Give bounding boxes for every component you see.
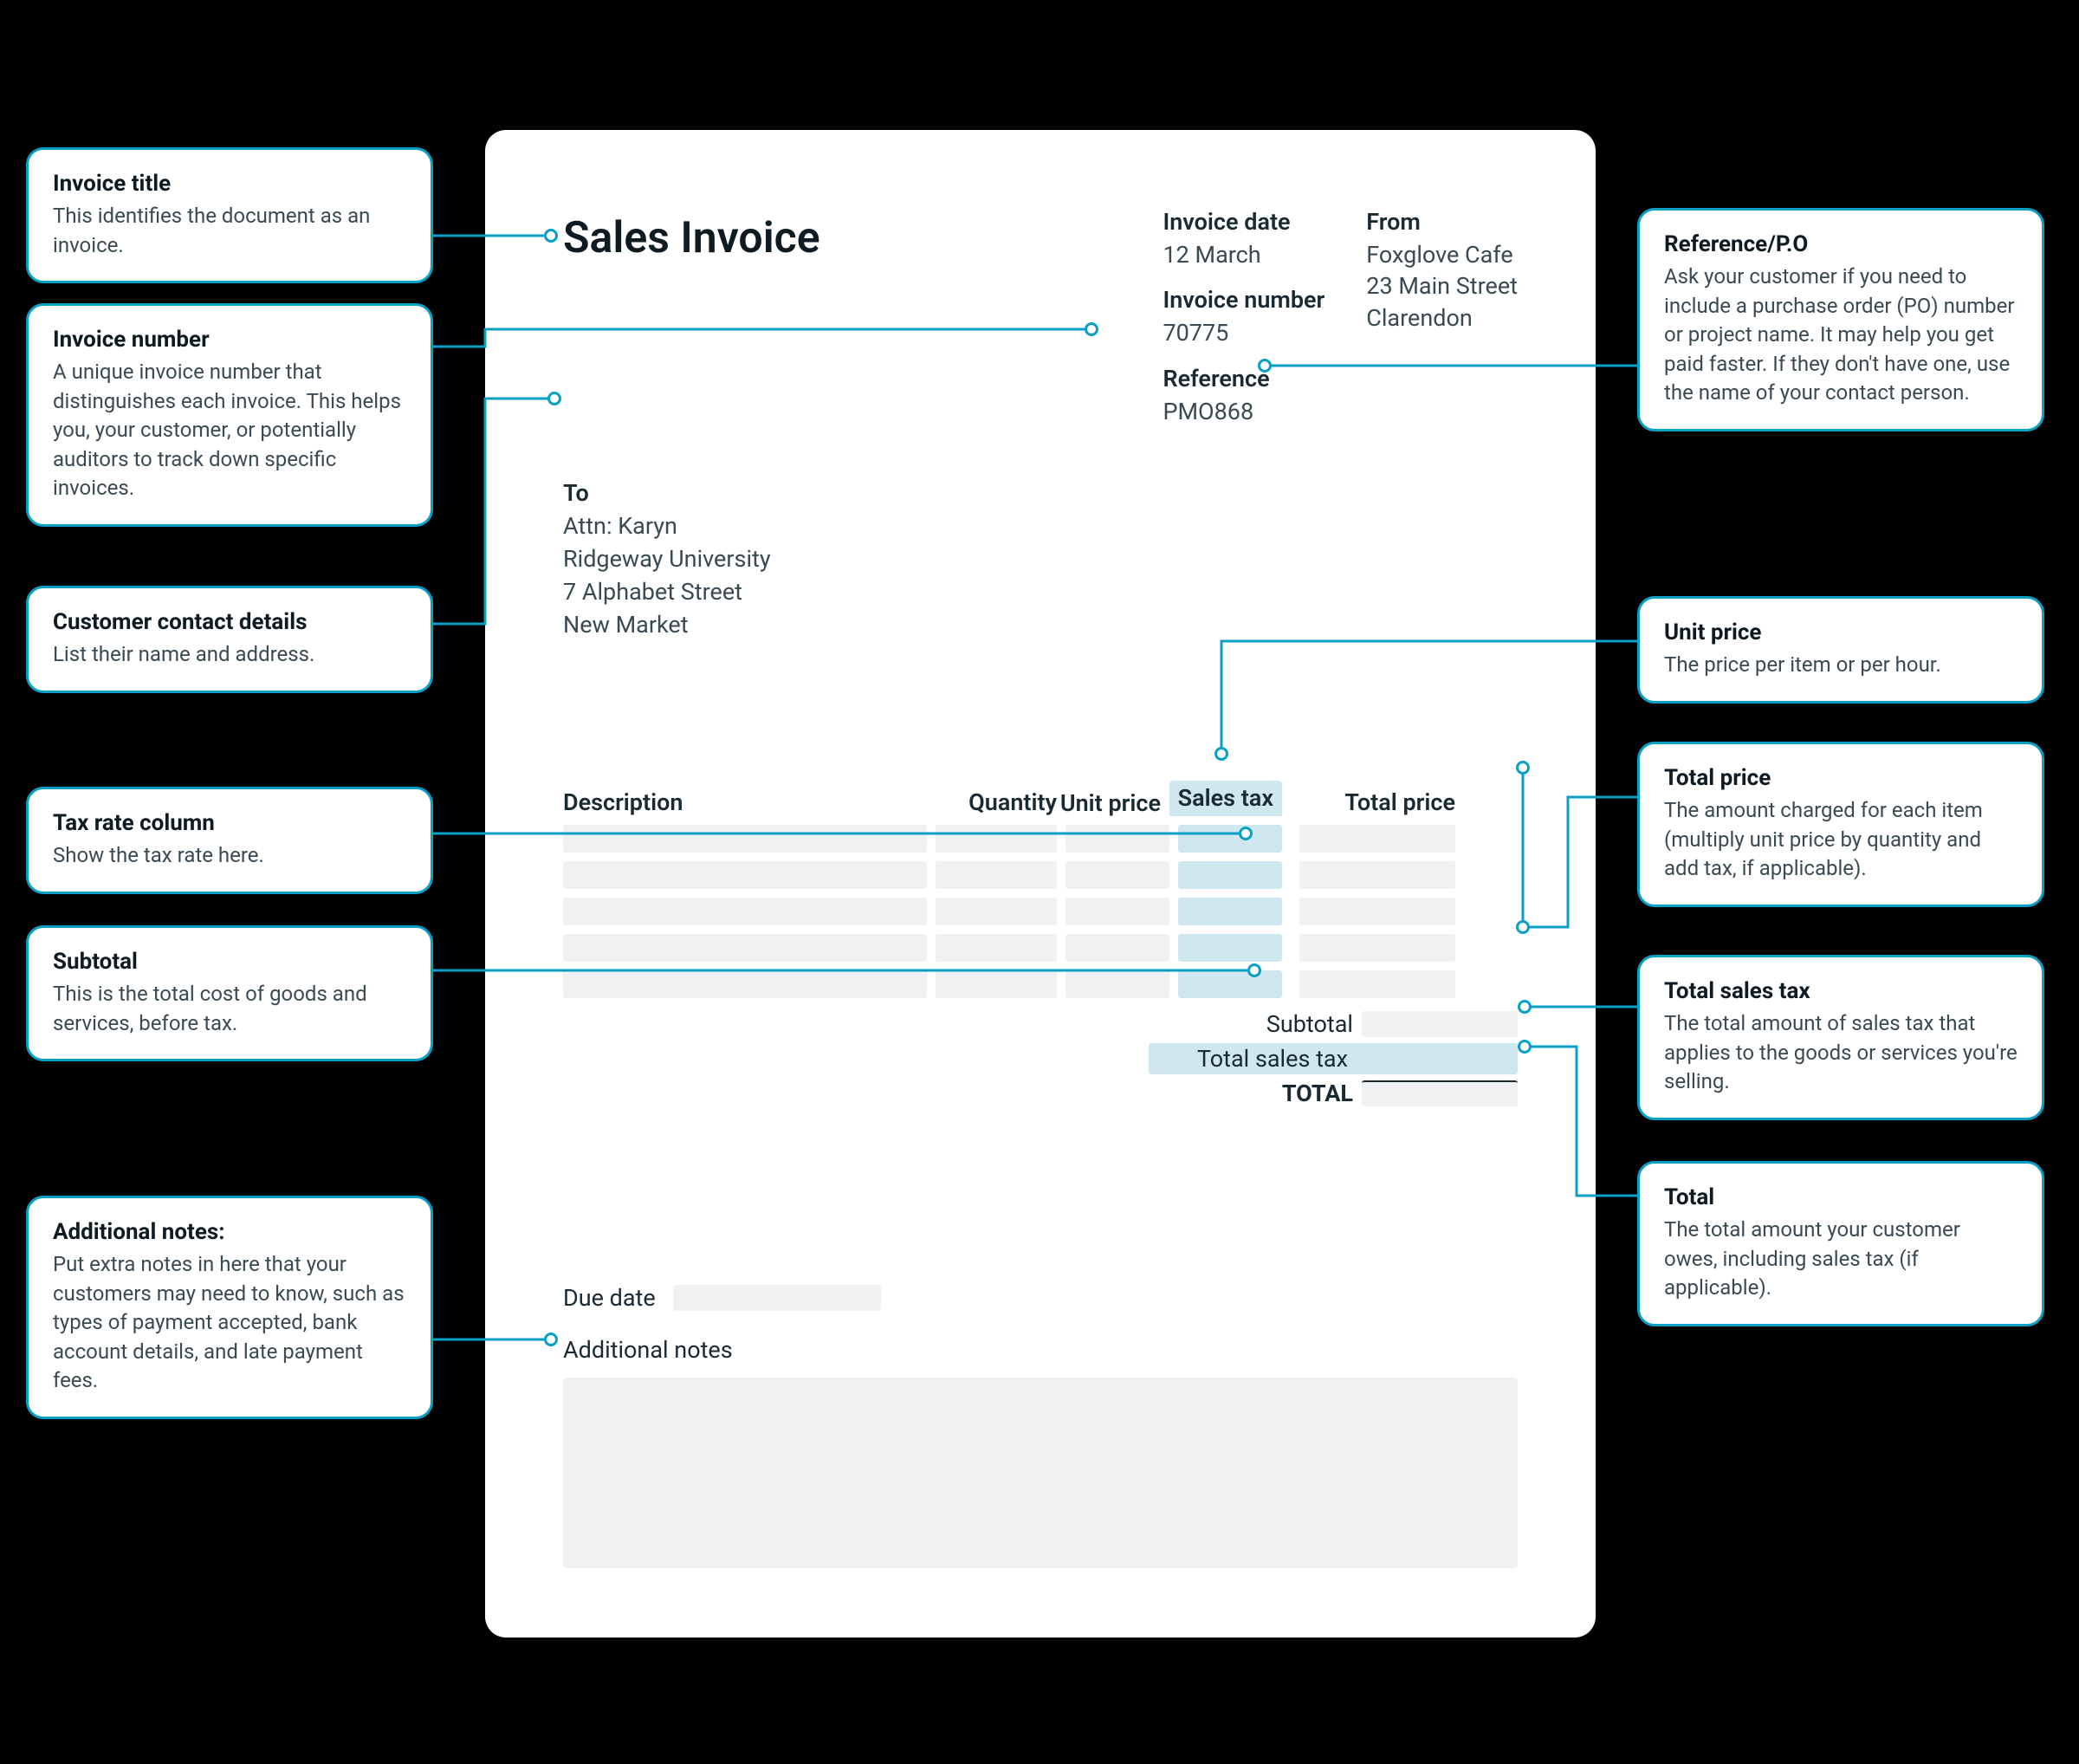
callout-subtotal: Subtotal This is the total cost of goods… xyxy=(26,925,433,1061)
invoice-document: Sales Invoice Invoice date 12 March Invo… xyxy=(485,130,1596,1638)
table-body xyxy=(563,825,1518,998)
callout-body: List their name and address. xyxy=(53,640,406,670)
dot-total-price-top xyxy=(1516,761,1530,775)
dot-tax-column xyxy=(1239,827,1253,840)
callout-invoice-title: Invoice title This identifies the docume… xyxy=(26,147,433,283)
col-total-price: Total price xyxy=(1282,788,1455,816)
invoice-date-label: Invoice date xyxy=(1163,208,1324,236)
subtotal-label: Subtotal xyxy=(1154,1010,1362,1038)
callout-title: Total price xyxy=(1664,765,2017,791)
table-row xyxy=(563,861,1518,889)
total-label: TOTAL xyxy=(1154,1080,1362,1107)
dot-total-price-bottom xyxy=(1516,920,1530,934)
total-sales-tax-label: Total sales tax xyxy=(1149,1045,1357,1073)
callout-title: Unit price xyxy=(1664,619,2017,645)
from-label: From xyxy=(1366,208,1518,236)
callout-customer-contact: Customer contact details List their name… xyxy=(26,586,433,693)
callout-body: The total amount your customer owes, inc… xyxy=(1664,1216,2017,1303)
subtotal-value xyxy=(1362,1011,1518,1037)
callout-body: Put extra notes in here that your custom… xyxy=(53,1250,406,1396)
callout-title: Tax rate column xyxy=(53,810,406,836)
notes-label: Additional notes xyxy=(563,1336,1518,1364)
to-label: To xyxy=(563,479,1518,507)
dot-subtotal xyxy=(1247,963,1261,977)
table-row xyxy=(563,898,1518,925)
callout-title: Additional notes: xyxy=(53,1219,406,1245)
invoice-number-value: 70775 xyxy=(1163,317,1324,348)
line-items-table: Description Quantity Unit price Sales ta… xyxy=(563,781,1518,1112)
callout-title: Invoice title xyxy=(53,171,406,197)
callout-title: Subtotal xyxy=(53,949,406,975)
to-value: Attn: Karyn Ridgeway University 7 Alphab… xyxy=(563,510,1518,641)
dot-additional-notes xyxy=(544,1333,558,1346)
callout-invoice-number: Invoice number A unique invoice number t… xyxy=(26,303,433,527)
callout-body: The price per item or per hour. xyxy=(1664,651,2017,680)
dot-to xyxy=(547,392,561,405)
col-quantity: Quantity xyxy=(927,788,1057,816)
footer-area: Due date Additional notes xyxy=(563,1284,1518,1568)
dot-total xyxy=(1518,1040,1532,1054)
table-row xyxy=(563,970,1518,998)
dot-unit-price-top xyxy=(1214,747,1228,761)
col-unit-price: Unit price xyxy=(1057,791,1169,817)
dot-invoice-number xyxy=(1085,322,1098,336)
callout-title: Customer contact details xyxy=(53,609,406,635)
table-row xyxy=(563,825,1518,853)
callout-body: Show the tax rate here. xyxy=(53,841,406,871)
invoice-number-label: Invoice number xyxy=(1163,286,1324,314)
to-block: To Attn: Karyn Ridgeway University 7 Alp… xyxy=(563,479,1518,641)
dot-reference xyxy=(1258,359,1272,373)
col-sales-tax: Sales tax xyxy=(1169,781,1282,817)
invoice-title: Sales Invoice xyxy=(563,213,820,427)
total-sales-tax-value xyxy=(1357,1046,1512,1072)
meta-left-column: Invoice date 12 March Invoice number 707… xyxy=(1163,208,1324,427)
callout-tax-rate: Tax rate column Show the tax rate here. xyxy=(26,787,433,894)
dot-total-sales-tax xyxy=(1518,1000,1532,1014)
callout-title: Invoice number xyxy=(53,327,406,353)
callout-title: Reference/P.O xyxy=(1664,231,2017,257)
reference-label: Reference xyxy=(1163,365,1324,392)
callout-total: Total The total amount your customer owe… xyxy=(1637,1161,2044,1326)
table-row xyxy=(563,934,1518,962)
col-description: Description xyxy=(563,788,927,816)
dot-invoice-title xyxy=(544,229,558,243)
callout-title: Total xyxy=(1664,1184,2017,1210)
due-date-label: Due date xyxy=(563,1284,656,1312)
total-value xyxy=(1362,1080,1518,1106)
meta-right-column: From Foxglove Cafe 23 Main Street Claren… xyxy=(1366,208,1518,427)
callout-body: The amount charged for each item (multip… xyxy=(1664,796,2017,884)
notes-box xyxy=(563,1378,1518,1568)
due-date-value xyxy=(673,1285,881,1311)
callout-reference-po: Reference/P.O Ask your customer if you n… xyxy=(1637,208,2044,431)
callout-additional-notes: Additional notes: Put extra notes in her… xyxy=(26,1196,433,1419)
callout-total-price: Total price The amount charged for each … xyxy=(1637,742,2044,907)
callout-body: This is the total cost of goods and serv… xyxy=(53,980,406,1038)
callout-body: The total amount of sales tax that appli… xyxy=(1664,1009,2017,1097)
callout-body: Ask your customer if you need to include… xyxy=(1664,263,2017,408)
callout-title: Total sales tax xyxy=(1664,978,2017,1004)
callout-unit-price: Unit price The price per item or per hou… xyxy=(1637,596,2044,704)
reference-value: PMO868 xyxy=(1163,396,1324,427)
callout-total-sales-tax: Total sales tax The total amount of sale… xyxy=(1637,955,2044,1120)
callout-body: This identifies the document as an invoi… xyxy=(53,202,406,260)
callout-body: A unique invoice number that distinguish… xyxy=(53,358,406,503)
totals-block: Subtotal Total sales tax TOTAL xyxy=(563,1007,1518,1111)
invoice-date-value: 12 March xyxy=(1163,239,1324,270)
from-value: Foxglove Cafe 23 Main Street Clarendon xyxy=(1366,239,1518,334)
